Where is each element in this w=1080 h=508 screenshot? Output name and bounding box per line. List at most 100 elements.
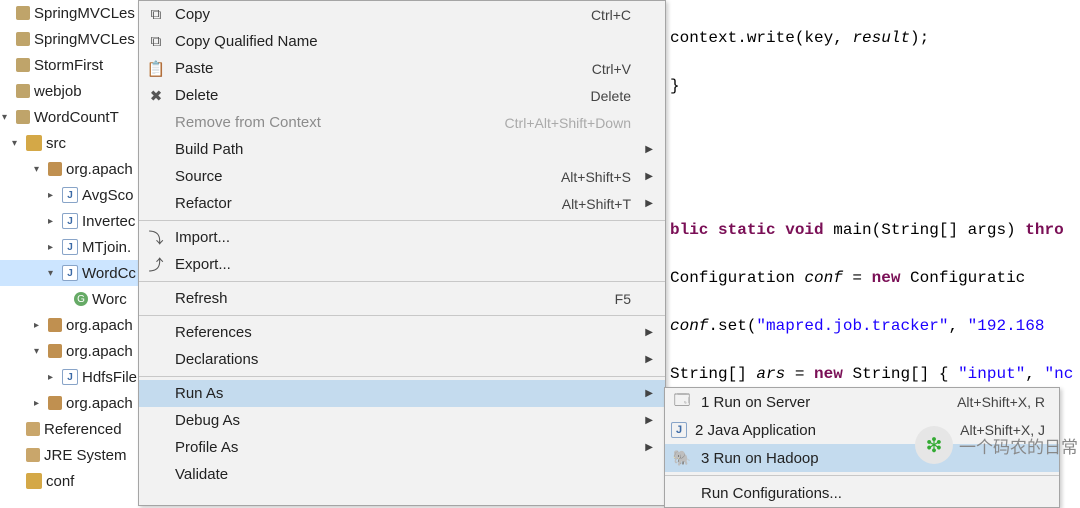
submenu-item-run-configurations-[interactable]: Run Configurations... [665, 479, 1059, 507]
tree-label: WordCc [82, 265, 136, 282]
menu-accelerator: Ctrl+Alt+Shift+Down [505, 115, 631, 131]
copy-icon: ⧉ [145, 6, 167, 24]
tree-node[interactable]: ▸JHdfsFile [0, 364, 140, 390]
tree-node[interactable]: GWorc [0, 286, 140, 312]
code-line: } [670, 74, 1080, 98]
tree-label: AvgSco [82, 187, 133, 204]
tree-node[interactable]: ▾WordCountT [0, 104, 140, 130]
tree-label: MTjoin. [82, 239, 131, 256]
tree-node[interactable]: SpringMVCLes [0, 0, 140, 26]
menu-accelerator: Ctrl+C [591, 7, 631, 23]
submenu-arrow-icon: ▶ [639, 171, 653, 182]
expand-arrow-icon[interactable]: ▾ [34, 346, 44, 357]
paste-icon: 📋 [145, 60, 167, 78]
menu-separator [139, 376, 665, 377]
tree-label: StormFirst [34, 57, 103, 74]
menu-label: Source [175, 168, 553, 185]
menu-item-debug-as[interactable]: Debug As▶ [139, 407, 665, 434]
expand-arrow-icon[interactable]: ▸ [34, 398, 44, 409]
tree-label: org.apach [66, 343, 133, 360]
tree-label: Invertec [82, 213, 135, 230]
lib-icon [26, 448, 40, 462]
java-icon: J [671, 422, 687, 438]
expand-arrow-icon[interactable]: ▸ [48, 216, 58, 227]
menu-label: Copy Qualified Name [175, 33, 623, 50]
menu-separator [139, 315, 665, 316]
menu-item-run-as[interactable]: Run As ▶ [139, 380, 665, 407]
menu-label: Run As [175, 385, 623, 402]
tree-label: HdfsFile [82, 369, 137, 386]
project-explorer[interactable]: SpringMVCLes SpringMVCLes StormFirst webjob… [0, 0, 140, 506]
tree-node[interactable]: SpringMVCLes [0, 26, 140, 52]
expand-arrow-icon[interactable]: ▾ [2, 112, 12, 123]
expand-arrow-icon[interactable]: ▾ [34, 164, 44, 175]
menu-item-source[interactable]: SourceAlt+Shift+S▶ [139, 163, 665, 190]
tree-node[interactable]: ▸ org.apach [0, 390, 140, 416]
blank-icon [145, 290, 167, 308]
package-icon [48, 162, 62, 176]
menu-label: Refresh [175, 290, 607, 307]
tree-node[interactable]: ▸JAvgSco [0, 182, 140, 208]
menu-label: Delete [175, 87, 583, 104]
menu-item-delete[interactable]: ✖DeleteDelete [139, 82, 665, 109]
tree-node[interactable]: StormFirst [0, 52, 140, 78]
tree-label: org.apach [66, 395, 133, 412]
expand-arrow-icon[interactable]: ▾ [12, 138, 22, 149]
proj-icon [16, 32, 30, 46]
expand-arrow-icon[interactable]: ▸ [48, 190, 58, 201]
expand-arrow-icon[interactable]: ▸ [48, 242, 58, 253]
tree-node[interactable]: conf [0, 468, 140, 494]
tree-node[interactable]: ▸org.apach [0, 312, 140, 338]
tree-node[interactable]: Referenced [0, 416, 140, 442]
folder-icon [26, 135, 42, 151]
context-menu[interactable]: ⧉ Copy Ctrl+C ⧉Copy Qualified Name📋PasteCtr… [138, 0, 666, 506]
submenu-arrow-icon: ▶ [639, 388, 653, 399]
expand-arrow-icon[interactable]: ▾ [48, 268, 58, 279]
menu-item-copy-qualified-name[interactable]: ⧉Copy Qualified Name [139, 28, 665, 55]
menu-label: Refactor [175, 195, 554, 212]
tree-node[interactable]: ▾org.apach [0, 156, 140, 182]
menu-label: Build Path [175, 141, 623, 158]
expand-arrow-icon[interactable]: ▸ [34, 320, 44, 331]
menu-item-build-path[interactable]: Build Path▶ [139, 136, 665, 163]
menu-item-declarations[interactable]: Declarations▶ [139, 346, 665, 373]
tree-node[interactable]: ▸ JInvertec [0, 208, 140, 234]
menu-item-paste[interactable]: 📋PasteCtrl+V [139, 55, 665, 82]
menu-item-references[interactable]: References▶ [139, 319, 665, 346]
menu-item-profile-as[interactable]: Profile As▶ [139, 434, 665, 461]
blank-icon [145, 412, 167, 430]
tree-label: conf [46, 473, 74, 490]
expand-arrow-icon[interactable]: ▸ [48, 372, 58, 383]
menu-item-copy[interactable]: ⧉ Copy Ctrl+C [139, 1, 665, 28]
menu-item-import-[interactable]: ⤵Import... [139, 224, 665, 251]
menu-item-refresh[interactable]: Refresh F5 [139, 285, 665, 312]
submenu-arrow-icon: ▶ [639, 327, 653, 338]
code-editor[interactable]: context.write(key, result); } blic stati… [666, 0, 1080, 387]
tree-node[interactable]: ▾src [0, 130, 140, 156]
tree-node[interactable]: ▾ org.apach [0, 338, 140, 364]
proj-icon [16, 58, 30, 72]
menu-accelerator: F5 [615, 291, 631, 307]
menu-item-refactor[interactable]: RefactorAlt+Shift+T▶ [139, 190, 665, 217]
hadoop-icon: 🐘 [671, 449, 693, 467]
menu-label: Copy [175, 6, 583, 23]
menu-item-export-[interactable]: ⤴Export... [139, 251, 665, 278]
menu-item-validate[interactable]: Validate [139, 461, 665, 488]
submenu-arrow-icon: ▶ [639, 354, 653, 365]
menu-separator [139, 281, 665, 282]
menu-accelerator: Delete [591, 88, 631, 104]
menu-separator [139, 220, 665, 221]
tree-node[interactable]: ▸JMTjoin. [0, 234, 140, 260]
menu-label: Remove from Context [175, 114, 497, 131]
submenu-item-1-run-on-server[interactable]: 🗔1 Run on ServerAlt+Shift+X, R [665, 388, 1059, 416]
tree-node[interactable]: ▾ JWordCc [0, 260, 140, 286]
java-icon: J [62, 213, 78, 229]
java-icon: J [62, 265, 78, 281]
menu-accelerator: Ctrl+V [592, 61, 631, 77]
blank-icon [145, 324, 167, 342]
tree-node[interactable]: webjob [0, 78, 140, 104]
blank-icon [145, 439, 167, 457]
tree-node[interactable]: JRE System [0, 442, 140, 468]
wechat-icon: ❇ [915, 426, 953, 464]
tree-label: SpringMVCLes [34, 5, 135, 22]
